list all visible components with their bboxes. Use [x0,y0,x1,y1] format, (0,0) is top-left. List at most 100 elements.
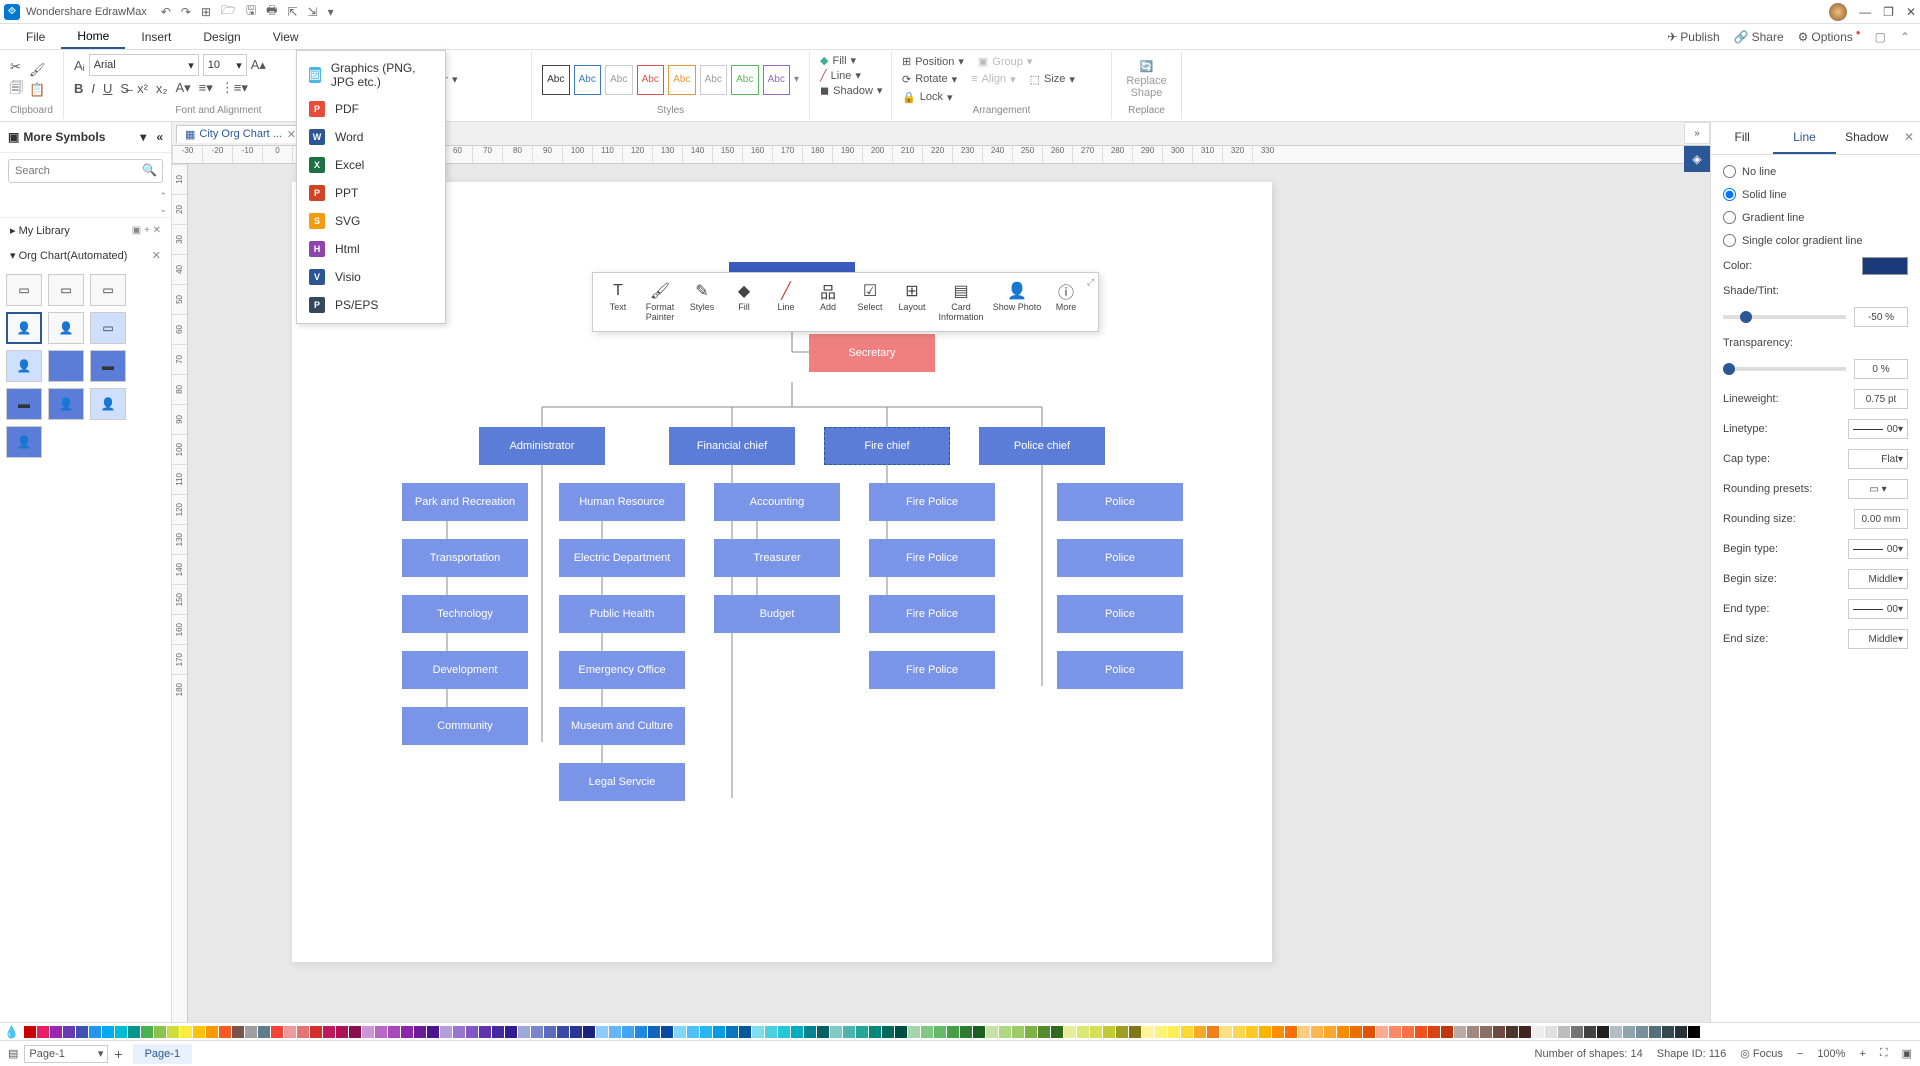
color-swatch[interactable] [934,1026,946,1038]
export-svg[interactable]: SSVG [297,207,445,235]
color-swatch[interactable] [115,1026,127,1038]
publish-button[interactable]: ✈Publish [1667,30,1719,44]
style-preset-1[interactable]: Abc [542,65,570,95]
focus-button[interactable]: ◎Focus [1740,1047,1783,1060]
node-admin[interactable]: Administrator [479,427,605,465]
color-swatch[interactable] [557,1026,569,1038]
undo-icon[interactable]: ↶ [161,5,171,19]
color-swatch[interactable] [128,1026,140,1038]
color-swatch[interactable] [648,1026,660,1038]
align-button[interactable]: ≡Align▾ [971,73,1015,86]
node-firepolice-2[interactable]: Fire Police [869,539,995,577]
color-swatch[interactable] [596,1026,608,1038]
color-swatch[interactable] [1376,1026,1388,1038]
color-swatch[interactable] [1077,1026,1089,1038]
style-preset-8[interactable]: Abc [763,65,791,95]
library-actions[interactable]: ▣ + ✕ [132,225,161,236]
orgchart-section[interactable]: ▾ Org Chart(Automated) ✕ [0,243,171,268]
color-swatch[interactable] [1012,1026,1024,1038]
zoom-out-button[interactable]: − [1797,1048,1803,1060]
captype-select[interactable]: Flat ▾ [1848,449,1908,469]
grow-font-icon[interactable]: A▴ [251,57,266,73]
export-visio[interactable]: VVisio [297,263,445,291]
color-swatch[interactable] [921,1026,933,1038]
color-swatch[interactable] [245,1026,257,1038]
style-preset-7[interactable]: Abc [731,65,759,95]
color-swatch[interactable] [1298,1026,1310,1038]
color-swatch[interactable] [505,1026,517,1038]
color-swatch[interactable] [661,1026,673,1038]
import-icon[interactable]: ⇲ [308,5,318,19]
color-swatch[interactable] [1610,1026,1622,1038]
style-preset-4[interactable]: Abc [637,65,665,95]
export-graphics[interactable]: 🖼Graphics (PNG, JPG etc.) [297,55,445,95]
color-swatch[interactable] [1467,1026,1479,1038]
color-swatch[interactable] [1415,1026,1427,1038]
node-park[interactable]: Park and Recreation [402,483,528,521]
node-community[interactable]: Community [402,707,528,745]
beginsize-select[interactable]: Middle ▾ [1848,569,1908,589]
node-fire-chief[interactable]: Fire chief [824,427,950,465]
export-word[interactable]: WWord [297,123,445,151]
color-swatch[interactable] [687,1026,699,1038]
color-swatch[interactable] [1428,1026,1440,1038]
color-swatch[interactable] [674,1026,686,1038]
color-swatch[interactable] [622,1026,634,1038]
color-swatch[interactable] [544,1026,556,1038]
section-close-icon[interactable]: ✕ [152,249,161,262]
color-swatch[interactable] [24,1026,36,1038]
node-accounting[interactable]: Accounting [714,483,840,521]
node-police-chief[interactable]: Police chief [979,427,1105,465]
color-swatch[interactable] [154,1026,166,1038]
lineweight-value[interactable]: 0.75 pt [1854,389,1908,409]
node-police-2[interactable]: Police [1057,539,1183,577]
fill-button[interactable]: ◆Fill▾ [820,54,856,67]
page-tab[interactable]: Page-1 [133,1044,192,1064]
right-sidetab[interactable]: ◈ [1684,146,1710,172]
color-swatch[interactable] [1701,1026,1713,1038]
color-swatch[interactable] [375,1026,387,1038]
color-swatch[interactable] [752,1026,764,1038]
color-swatch[interactable] [323,1026,335,1038]
style-preset-6[interactable]: Abc [700,65,728,95]
shape-thumb-8[interactable] [48,350,84,382]
color-swatch[interactable] [336,1026,348,1038]
color-swatch[interactable] [999,1026,1011,1038]
radio-solid[interactable]: Solid line [1723,188,1908,201]
color-swatch[interactable] [1506,1026,1518,1038]
color-swatch[interactable] [1636,1026,1648,1038]
options-button[interactable]: ⚙Options● [1798,30,1861,44]
node-museum[interactable]: Museum and Culture [559,707,685,745]
float-format[interactable]: 🖌Format Painter [639,277,681,327]
shadow-button[interactable]: ◼Shadow▾ [820,84,882,97]
mylibrary-section[interactable]: ▸ My Library ▣ + ✕ [0,218,171,243]
color-swatch[interactable] [1129,1026,1141,1038]
float-text[interactable]: TText [597,277,639,327]
bold-icon[interactable]: B [74,81,83,96]
color-swatch[interactable] [1233,1026,1245,1038]
style-preset-2[interactable]: Abc [574,65,602,95]
strike-icon[interactable]: S̶ [120,81,129,96]
node-emergency[interactable]: Emergency Office [559,651,685,689]
begintype-select[interactable]: 00 ▾ [1848,539,1908,559]
radio-gradient[interactable]: Gradient line [1723,211,1908,224]
menu-view[interactable]: View [257,26,315,48]
color-swatch[interactable] [89,1026,101,1038]
color-swatch[interactable] [102,1026,114,1038]
color-swatch[interactable] [726,1026,738,1038]
float-fill[interactable]: ◆Fill [723,277,765,327]
lock-button[interactable]: 🔒Lock▾ [902,91,952,104]
color-swatch[interactable] [583,1026,595,1038]
float-select[interactable]: ☑Select [849,277,891,327]
shape-thumb-10[interactable]: ▬ [6,388,42,420]
color-swatch[interactable] [37,1026,49,1038]
color-swatch[interactable] [206,1026,218,1038]
tab-fill[interactable]: Fill [1711,122,1773,154]
node-electric[interactable]: Electric Department [559,539,685,577]
color-swatch[interactable] [1363,1026,1375,1038]
rounding-preset-select[interactable]: ▭ ▾ [1848,479,1908,499]
color-swatch[interactable] [973,1026,985,1038]
tab-shadow[interactable]: Shadow [1836,122,1898,154]
color-swatch[interactable] [232,1026,244,1038]
node-financial[interactable]: Financial chief [669,427,795,465]
